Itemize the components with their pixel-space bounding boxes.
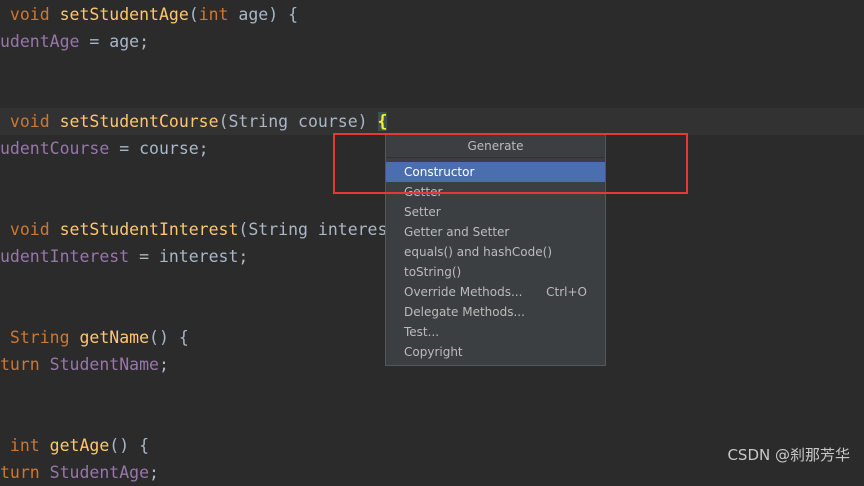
menu-item-override-methods[interactable]: Override Methods... Ctrl+O (386, 282, 605, 302)
method-name-token: getAge (49, 436, 110, 455)
keyword-token: void (0, 5, 60, 24)
method-name-token: setStudentInterest (59, 220, 239, 239)
keyword-token: String (0, 328, 80, 347)
menu-item-setter[interactable]: Setter (386, 202, 605, 222)
code-token: () { (109, 436, 150, 455)
generate-menu-list: Constructor Getter Setter Getter and Set… (386, 162, 605, 362)
menu-item-getter[interactable]: Getter (386, 182, 605, 202)
keyword-token: void (0, 112, 60, 131)
code-token: (String interes (238, 220, 388, 239)
code-token: () { (149, 328, 189, 347)
code-line: udentAge = age; (0, 28, 864, 55)
field-token: udentCourse (0, 139, 110, 158)
keyword-token: int (198, 5, 229, 24)
menu-item-label: Getter and Setter (404, 225, 510, 239)
menu-item-label: Setter (404, 205, 441, 219)
code-token: (String course) (218, 112, 378, 131)
generate-popup[interactable]: Generate Constructor Getter Setter Gette… (385, 134, 606, 366)
field-token: StudentName (49, 355, 159, 374)
field-token: udentAge (0, 32, 80, 51)
menu-item-label: equals() and hashCode() (404, 245, 553, 259)
menu-item-tostring[interactable]: toString() (386, 262, 605, 282)
menu-item-copyright[interactable]: Copyright (386, 342, 605, 362)
code-line-current: void setStudentCourse(String course) { (0, 108, 864, 135)
menu-item-label: Constructor (404, 165, 475, 179)
code-token: = age; (79, 32, 150, 51)
method-name-token: getName (79, 328, 150, 347)
menu-item-label: Override Methods... (404, 285, 523, 299)
code-token: ( (188, 5, 199, 24)
menu-item-getter-and-setter[interactable]: Getter and Setter (386, 222, 605, 242)
method-name-token: setStudentCourse (59, 112, 219, 131)
menu-item-test[interactable]: Test... (386, 322, 605, 342)
code-token: age) { (228, 5, 299, 24)
menu-item-constructor[interactable]: Constructor (386, 162, 605, 182)
code-token: = interest; (129, 247, 249, 266)
field-token: udentInterest (0, 247, 130, 266)
shortcut-hint: Ctrl+O (546, 285, 587, 299)
menu-item-label: Getter (404, 185, 443, 199)
watermark-text: CSDN @刹那芳华⁠ (727, 446, 850, 464)
popup-title: Generate (386, 135, 605, 158)
code-line: void setStudentAge(int age) { (0, 1, 864, 28)
method-name-token: setStudentAge (59, 5, 189, 24)
code-token: ; (158, 355, 169, 374)
menu-item-label: Test... (404, 325, 440, 339)
code-token: = course; (109, 139, 209, 158)
keyword-token: int (0, 436, 50, 455)
menu-item-label: Copyright (404, 345, 463, 359)
menu-item-delegate-methods[interactable]: Delegate Methods... (386, 302, 605, 322)
menu-item-label: toString() (404, 265, 462, 279)
keyword-token: void (0, 220, 60, 239)
keyword-token: turn (0, 355, 50, 374)
menu-item-label: Delegate Methods... (404, 305, 525, 319)
menu-item-equals-hashcode[interactable]: equals() and hashCode() (386, 242, 605, 262)
matched-brace: { (377, 112, 388, 131)
